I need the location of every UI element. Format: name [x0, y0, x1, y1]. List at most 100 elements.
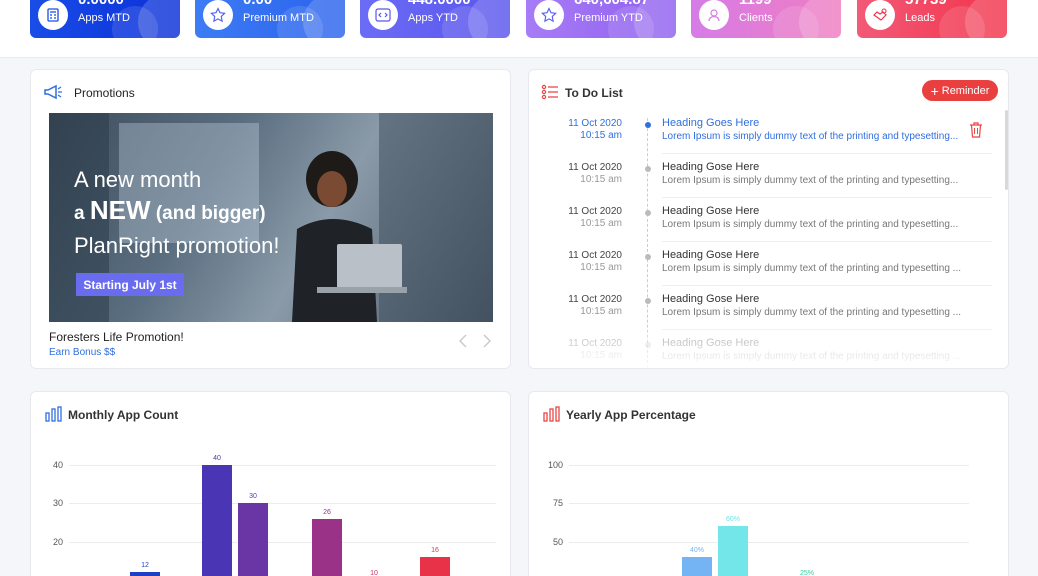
todo-date: 11 Oct 2020 — [568, 206, 622, 217]
stat-card-clients[interactable]: 1199 Clients — [691, 0, 841, 38]
woman-laptop-illustration — [292, 151, 407, 322]
todo-card: To Do List + Reminder 11 Oct 2020 10:15 a… — [528, 69, 1009, 369]
todo-description: Lorem Ipsum is simply dummy text of the … — [662, 219, 959, 230]
trash-icon[interactable] — [969, 122, 983, 143]
todo-time: 10:15 am — [580, 306, 622, 317]
stat-value: 640,604.87 — [574, 0, 649, 8]
bar-chart-icon — [45, 406, 63, 427]
promotion-caption: Foresters Life Promotion! — [49, 330, 184, 344]
yearly-chart-card: Yearly App Percentage 50 75 100 40% 60% 25% — [528, 391, 1009, 576]
stat-card-premium-mtd[interactable]: 0.00 Premium MTD — [195, 0, 345, 38]
gridline — [69, 503, 496, 505]
todo-date: 11 Oct 2020 — [568, 162, 622, 173]
starting-date-button[interactable]: Starting July 1st — [76, 273, 184, 296]
chart-bar[interactable] — [130, 572, 160, 576]
stat-card-apps-mtd[interactable]: 0.0000 Apps MTD — [30, 0, 180, 38]
todo-heading: Heading Gose Here — [662, 205, 760, 217]
todo-title: To Do List — [565, 86, 623, 100]
chart-bar[interactable] — [718, 526, 748, 576]
stat-label: Apps MTD — [78, 12, 130, 24]
stat-value: 448.0000 — [408, 0, 471, 8]
todo-item[interactable]: 11 Oct 2020 10:15 am Heading Goes Here Lore… — [529, 110, 1007, 154]
megaphone-icon — [43, 84, 63, 105]
y-tick-label: 100 — [547, 460, 563, 470]
decor-circle — [138, 0, 180, 38]
todo-heading: Heading Gose Here — [662, 293, 760, 305]
stat-label: Apps YTD — [408, 12, 458, 24]
bar-value-label: 60% — [725, 516, 740, 524]
todo-description: Lorem Ipsum is simply dummy text of the … — [662, 175, 959, 186]
promotion-headline-2: a NEW (and bigger) — [74, 195, 266, 225]
stat-value: 57739 — [905, 0, 947, 8]
list-icon — [541, 83, 559, 106]
promotion-headline-1: A new month — [74, 167, 202, 192]
timeline-dot — [645, 210, 651, 216]
todo-item[interactable]: 11 Oct 202010:15 am Heading Gose Here Lore… — [529, 198, 1007, 242]
scrollbar[interactable] — [1005, 110, 1008, 190]
todo-item[interactable]: 11 Oct 202010:15 am Heading Gose Here Lore… — [529, 154, 1007, 198]
todo-heading: Heading Gose Here — [662, 249, 760, 261]
decor-circle — [468, 0, 510, 38]
yearly-chart-title: Yearly App Percentage — [566, 408, 696, 422]
todo-item[interactable]: 11 Oct 202010:15 am Heading Gose Here Lore… — [529, 242, 1007, 286]
chart-bar[interactable] — [312, 518, 342, 576]
chart-bar[interactable] — [238, 503, 268, 576]
todo-time: 10:15 am — [580, 130, 622, 141]
y-tick-label: 50 — [552, 536, 563, 547]
stat-card-apps-ytd[interactable]: 448.0000 Apps YTD — [360, 0, 510, 38]
stat-label: Leads — [905, 12, 935, 24]
bar-value-label: 16 — [431, 547, 439, 554]
bar-value-label: 12 — [141, 562, 149, 570]
chevron-left-icon[interactable] — [457, 333, 469, 354]
gridline — [69, 541, 496, 543]
todo-heading: Heading Goes Here — [662, 117, 760, 129]
y-tick-label: 30 — [52, 498, 63, 509]
y-tick-label: 20 — [52, 536, 63, 547]
reminder-button[interactable]: + Reminder — [922, 80, 998, 101]
timeline-dot — [645, 254, 651, 260]
promotions-title: Promotions — [74, 86, 135, 100]
todo-date: 11 Oct 2020 — [568, 250, 622, 261]
stat-value: 0.0000 — [78, 0, 124, 8]
bar-value-label: 10 — [370, 570, 378, 576]
fade-overlay — [529, 320, 1007, 368]
stat-card-premium-ytd[interactable]: 640,604.87 Premium YTD — [526, 0, 676, 38]
timeline-dot — [645, 122, 651, 128]
todo-date: 11 Oct 2020 — [568, 294, 622, 305]
gridline — [69, 465, 496, 466]
todo-description: Lorem Ipsum is simply dummy text of the … — [662, 307, 962, 318]
todo-description: Lorem Ipsum is simply dummy text of the … — [662, 263, 962, 274]
todo-time: 10:15 am — [580, 174, 622, 185]
promotion-banner[interactable]: A new month a NEW (and bigger) PlanRight… — [49, 113, 493, 322]
handshake-icon — [865, 0, 895, 30]
bar-value-label: 26 — [323, 508, 331, 516]
bar-value-label: 30 — [249, 493, 257, 501]
stat-label: Clients — [739, 12, 773, 24]
todo-description: Lorem Ipsum is simply dummy text of the … — [662, 131, 959, 142]
stat-label: Premium MTD — [243, 12, 314, 24]
chart-bar[interactable] — [420, 557, 450, 576]
gridline — [569, 465, 969, 466]
stats-strip: 0.0000 Apps MTD 0.00 Premium MTD 448.0000 App… — [0, 0, 1038, 58]
chevron-right-icon[interactable] — [481, 333, 493, 354]
code-icon — [368, 0, 398, 30]
y-tick-label: 40 — [52, 460, 63, 470]
chart-bar[interactable] — [682, 557, 712, 576]
bar-value-label: 40 — [213, 455, 221, 462]
stat-label: Premium YTD — [574, 12, 643, 24]
monthly-chart-title: Monthly App Count — [68, 408, 179, 422]
gridline — [569, 541, 969, 543]
stat-card-leads[interactable]: 57739 Leads — [857, 0, 1007, 38]
todo-time: 10:15 am — [580, 262, 622, 273]
promotion-headline-3: PlanRight promotion! — [74, 233, 280, 258]
star-icon — [534, 0, 564, 30]
stat-value: 1199 — [739, 0, 772, 8]
gridline — [569, 503, 969, 505]
plus-icon: + — [930, 82, 939, 99]
chart-bar[interactable] — [202, 465, 232, 576]
calculator-icon — [38, 0, 68, 30]
promotion-subtext[interactable]: Earn Bonus $$ — [49, 347, 115, 358]
star-icon — [203, 0, 233, 30]
decor-circle — [965, 0, 1007, 38]
bar-chart-icon — [543, 406, 561, 427]
